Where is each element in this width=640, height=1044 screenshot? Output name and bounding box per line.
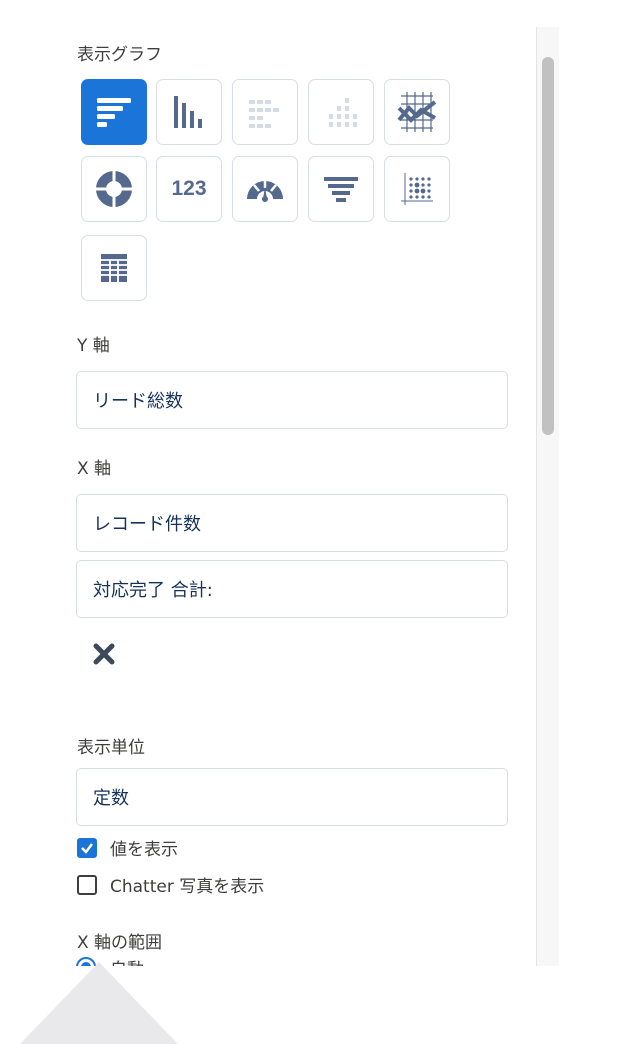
x-axis-select[interactable]: レコード件数 [76, 494, 508, 552]
display-unit-select[interactable]: 定数 [76, 768, 508, 826]
table-icon [101, 254, 127, 282]
x-axis-label: X 軸 [77, 459, 112, 479]
donut-chart-icon [96, 171, 132, 207]
show-values-label: 値を表示 [110, 840, 178, 860]
line-chart-icon [397, 92, 437, 132]
gauge-icon [247, 180, 283, 202]
chart-type-table-button[interactable] [81, 235, 147, 301]
chart-type-vertical-bar-button[interactable] [156, 79, 222, 145]
checkmark-icon [81, 842, 93, 854]
show-values-checkbox[interactable] [77, 837, 97, 858]
stacked-horizontal-bar-icon [249, 100, 279, 128]
horizontal-bar-chart-icon [97, 98, 131, 127]
display-unit-label: 表示単位 [77, 738, 145, 758]
y-axis-select[interactable]: リード総数 [76, 371, 508, 429]
chart-type-funnel-button[interactable] [308, 156, 374, 222]
x-axis-secondary-select[interactable]: 対応完了 合計: [76, 560, 508, 618]
close-icon [93, 643, 115, 665]
popover-pointer [20, 962, 178, 1044]
remove-field-button[interactable] [90, 640, 118, 668]
chart-settings-panel: 表示グラフ 123 Y 軸 リード総数 X 軸 レコード件数 対応完了 合計: … [0, 0, 536, 966]
chart-type-metric-button[interactable]: 123 [156, 156, 222, 222]
show-chatter-photo-option[interactable]: Chatter 写真を表示 [77, 872, 264, 897]
chart-type-stacked-horizontal-bar-button[interactable] [232, 79, 298, 145]
chart-type-gauge-button[interactable] [232, 156, 298, 222]
chart-type-scatter-button[interactable] [384, 156, 450, 222]
show-chatter-photo-checkbox[interactable] [77, 874, 97, 895]
chart-type-horizontal-bar-button[interactable] [81, 79, 147, 145]
show-chatter-photo-label: Chatter 写真を表示 [110, 877, 265, 897]
vertical-bar-chart-icon [174, 96, 202, 128]
y-axis-label: Y 軸 [77, 336, 110, 356]
x-axis-range-label: X 軸の範囲 [77, 933, 163, 953]
chart-type-donut-button[interactable] [81, 156, 147, 222]
scatter-chart-icon [401, 173, 433, 205]
show-values-option[interactable]: 値を表示 [77, 835, 178, 860]
chart-type-line-button[interactable] [384, 79, 450, 145]
stacked-vertical-bar-icon [329, 98, 357, 127]
scrollbar-thumb[interactable] [542, 57, 554, 435]
chart-type-label: 表示グラフ [77, 45, 162, 65]
funnel-icon [324, 177, 358, 202]
metric-icon: 123 [171, 177, 207, 200]
chart-type-stacked-vertical-bar-button[interactable] [308, 79, 374, 145]
